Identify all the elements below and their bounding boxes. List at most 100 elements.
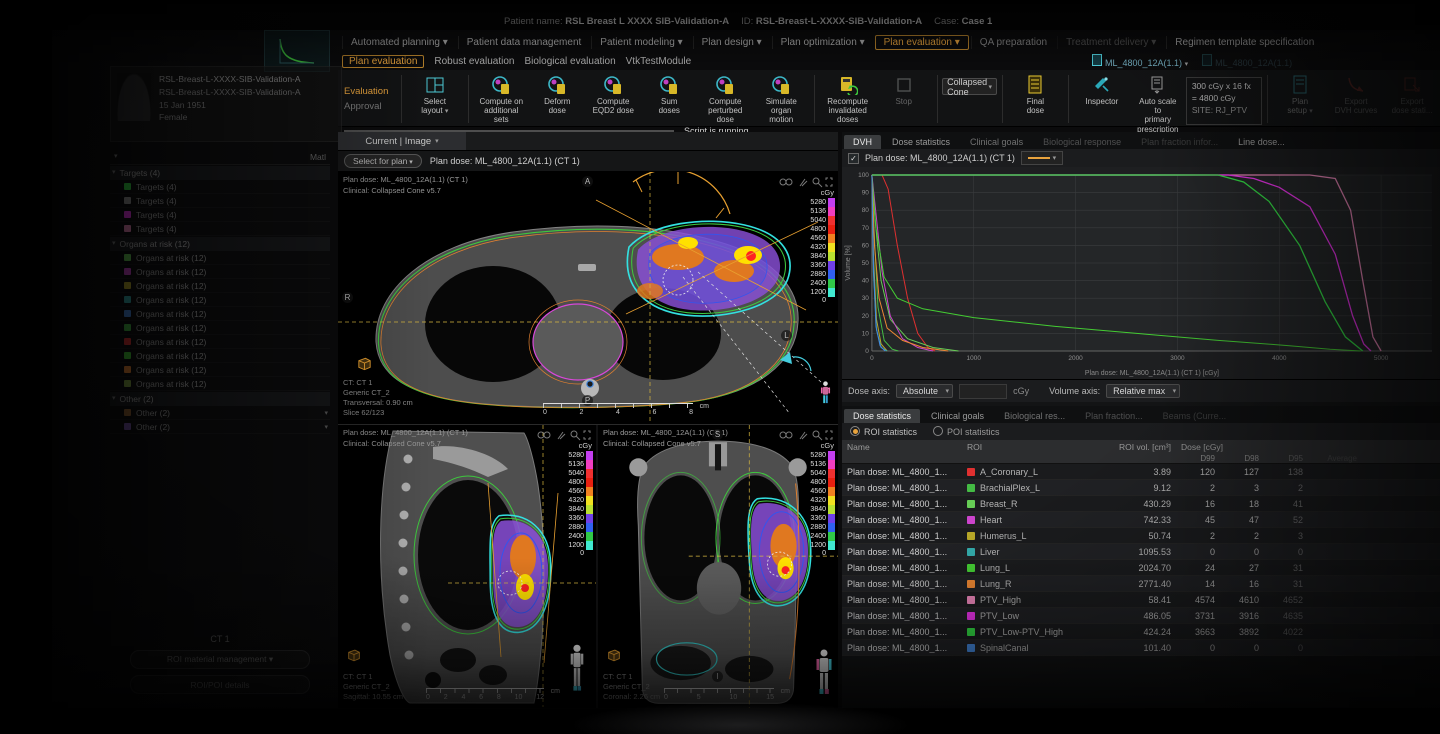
menu-item[interactable]: Patient data management (458, 36, 590, 49)
dvh-tab[interactable]: Biological response (1034, 135, 1130, 149)
roi-group-row[interactable]: ▾ Organs at risk (12) (110, 237, 330, 251)
roi-poi-details-button[interactable]: ROI/POI details (130, 675, 310, 694)
roi-list-item[interactable]: Organs at risk (12) (110, 307, 330, 321)
menu-item[interactable]: QA preparation (971, 36, 1055, 49)
stats-table-row[interactable]: Plan dose: ML_4800_1... A_Coronary_L 3.8… (842, 464, 1440, 480)
toolbar-button[interactable]: Computeperturbed dose (697, 72, 753, 126)
stats-table-row[interactable]: Plan dose: ML_4800_1... Heart 742.33 45 … (842, 512, 1440, 528)
stats-table-row[interactable]: Plan dose: ML_4800_1... Lung_R 2771.40 1… (842, 576, 1440, 592)
statistics-tab[interactable]: Beams (Curre... (1154, 409, 1236, 423)
select-for-plan-button[interactable]: Select for plan (344, 154, 422, 168)
export-dose-statistics-button[interactable]: Exportdose stati... (1384, 72, 1440, 126)
roi-list-item[interactable]: Other (2) (110, 420, 330, 434)
dose-engine-dropdown[interactable]: Collapsed Cone▾ (942, 78, 997, 95)
roi-list-item[interactable]: Targets (4) (110, 208, 330, 222)
statistics-tab[interactable]: Dose statistics (844, 409, 920, 423)
plan-dose-checkbox[interactable]: ✓ (848, 153, 859, 164)
stats-table-row[interactable]: Plan dose: ML_4800_1... PTV_Low-PTV_High… (842, 624, 1440, 640)
dvh-tab[interactable]: Dose statistics (883, 135, 959, 149)
poi-statistics-radio[interactable]: POI statistics (933, 426, 1000, 437)
menu-item[interactable]: Plan optimization ▾ (772, 36, 873, 49)
roi-list-item[interactable]: Targets (4) (110, 222, 330, 236)
toolbar-button[interactable]: Compute onadditional sets (473, 72, 529, 126)
statistics-tab[interactable]: Clinical goals (922, 409, 993, 423)
final-dose-button[interactable]: Finaldose (1007, 72, 1063, 126)
roi-list-item[interactable]: Targets (4) (110, 194, 330, 208)
toolbar-button[interactable]: Sumdoses (641, 72, 697, 126)
roi-list-item[interactable]: Organs at risk (12) (110, 279, 330, 293)
menu-item[interactable]: Regimen template specification (1166, 36, 1322, 49)
menu-item[interactable]: Plan evaluation ▾ (875, 35, 969, 50)
toolbar-button[interactable]: Simulateorgan motion (753, 72, 809, 126)
stats-table-row[interactable]: Plan dose: ML_4800_1... PTV_Low 486.05 3… (842, 608, 1440, 624)
roi-list-item[interactable]: Targets (4) (110, 180, 330, 194)
statistics-tab[interactable]: Biological res... (995, 409, 1074, 423)
menu-item[interactable]: Treatment delivery ▾ (1057, 36, 1164, 49)
collapse-icon[interactable]: ▾ (114, 152, 118, 162)
stats-table-row[interactable]: Plan dose: ML_4800_1... PTV_High 58.41 4… (842, 592, 1440, 608)
roi-material-management-button[interactable]: ROI material management ▾ (130, 650, 310, 669)
roi-color-chip (124, 268, 131, 275)
axial-ct-view[interactable]: Plan dose: ML_4800_12A(1.1) (CT 1) Clini… (338, 172, 838, 425)
svg-text:0: 0 (865, 348, 869, 355)
roi-item-label: Organs at risk (12) (136, 281, 206, 291)
statistics-tab[interactable]: Plan fraction... (1076, 409, 1152, 423)
stats-table-row[interactable]: Plan dose: ML_4800_1... Humerus_L 50.74 … (842, 528, 1440, 544)
roi-list-item[interactable]: Organs at risk (12) (110, 251, 330, 265)
recompute-invalidated-doses-button[interactable]: Recomputeinvalidated doses (820, 72, 876, 126)
stats-table-row[interactable]: Plan dose: ML_4800_1... BrachialPlex_L 9… (842, 480, 1440, 496)
roi-list-item[interactable]: Organs at risk (12) (110, 265, 330, 279)
coronal-ct-view[interactable]: Plan dose: ML_4800_12A(1.1) (CT 1) Clini… (598, 425, 838, 708)
roi-list-item[interactable]: Organs at risk (12) (110, 335, 330, 349)
tab-approval[interactable]: Approval (344, 101, 388, 112)
toolbar-button[interactable]: Deformdose (529, 72, 585, 126)
tab-current-image[interactable]: Current | Image (338, 132, 466, 150)
auto-scale-icon (1148, 75, 1168, 95)
stats-table-row[interactable]: Plan dose: ML_4800_1... Lung_L 2024.70 2… (842, 560, 1440, 576)
module-tab[interactable]: Biological evaluation (524, 56, 615, 67)
roi-list-item[interactable]: Other (2) (110, 406, 330, 420)
dose-axis-select[interactable]: Absolute (896, 384, 953, 398)
menu-item[interactable]: Plan design ▾ (693, 36, 770, 49)
stats-table-row[interactable]: Plan dose: ML_4800_1... Breast_R 430.29 … (842, 496, 1440, 512)
menu-item[interactable]: Automated planning ▾ (342, 36, 456, 49)
menu-item[interactable]: Patient modeling ▾ (591, 36, 690, 49)
roi-group-row[interactable]: ▾ Other (2) (110, 392, 330, 406)
module-tab[interactable]: Robust evaluation (434, 56, 514, 67)
auto-scale-button[interactable]: Auto scale toprimary prescription (1130, 72, 1186, 126)
roi-list-item[interactable]: Organs at risk (12) (110, 363, 330, 377)
dvh-tab[interactable]: Plan fraction infor... (1132, 135, 1227, 149)
module-tab[interactable]: VtkTestModule (626, 56, 692, 67)
stats-table-row[interactable]: Plan dose: ML_4800_1... SpinalCanal 101.… (842, 640, 1440, 656)
svg-text:3000: 3000 (1170, 355, 1185, 362)
stop-button[interactable]: Stop (876, 72, 932, 126)
roi-statistics-radio[interactable]: ROI statistics (850, 426, 917, 437)
plan-selector-secondary[interactable]: ML_4800_12A(1.1) (1202, 54, 1292, 68)
roi-list-item[interactable]: Organs at risk (12) (110, 293, 330, 307)
dvh-tab[interactable]: Line dose... (1229, 135, 1294, 149)
roi-list-item[interactable]: Organs at risk (12) (110, 349, 330, 363)
toolbar-button[interactable]: ComputeEQD2 dose (585, 72, 641, 126)
line-style-dropdown[interactable]: ▾ (1021, 151, 1063, 165)
roi-group-row[interactable]: ▾ Targets (4) (110, 166, 330, 180)
inspector-button[interactable]: Inspector (1074, 72, 1130, 126)
roi-item-label: Organs at risk (12) (136, 323, 206, 333)
stats-table-row[interactable]: Plan dose: ML_4800_1... Liver 1095.53 0 … (842, 544, 1440, 560)
module-tab[interactable]: Plan evaluation (342, 55, 424, 68)
svg-text:Volume [%]: Volume [%] (845, 245, 852, 280)
plan-selector[interactable]: ML_4800_12A(1.1) ▾ (1092, 54, 1188, 68)
dvh-tab[interactable]: Clinical goals (961, 135, 1032, 149)
sagittal-ct-view[interactable]: Plan dose: ML_4800_12A(1.1) (CT 1) Clini… (338, 425, 596, 708)
svg-text:10: 10 (862, 330, 870, 337)
dvh-tab[interactable]: DVH (844, 135, 881, 149)
tab-evaluation[interactable]: Evaluation (344, 86, 388, 97)
select-layout-button[interactable]: Selectlayout ▾ (407, 72, 463, 126)
plan-setup-button[interactable]: Plansetup ▾ (1272, 72, 1328, 126)
volume-axis-select[interactable]: Relative max (1106, 384, 1180, 398)
dose-axis-input[interactable] (959, 384, 1007, 399)
roi-list-item[interactable]: Organs at risk (12) (110, 321, 330, 335)
dvh-chart[interactable]: 0102030405060708090100010002000300040005… (842, 167, 1440, 379)
roi-list-item[interactable]: Organs at risk (12) (110, 377, 330, 391)
row-plan-name: Plan dose: ML_4800_1... (842, 531, 962, 541)
export-dvh-curves-button[interactable]: ExportDVH curves (1328, 72, 1384, 126)
